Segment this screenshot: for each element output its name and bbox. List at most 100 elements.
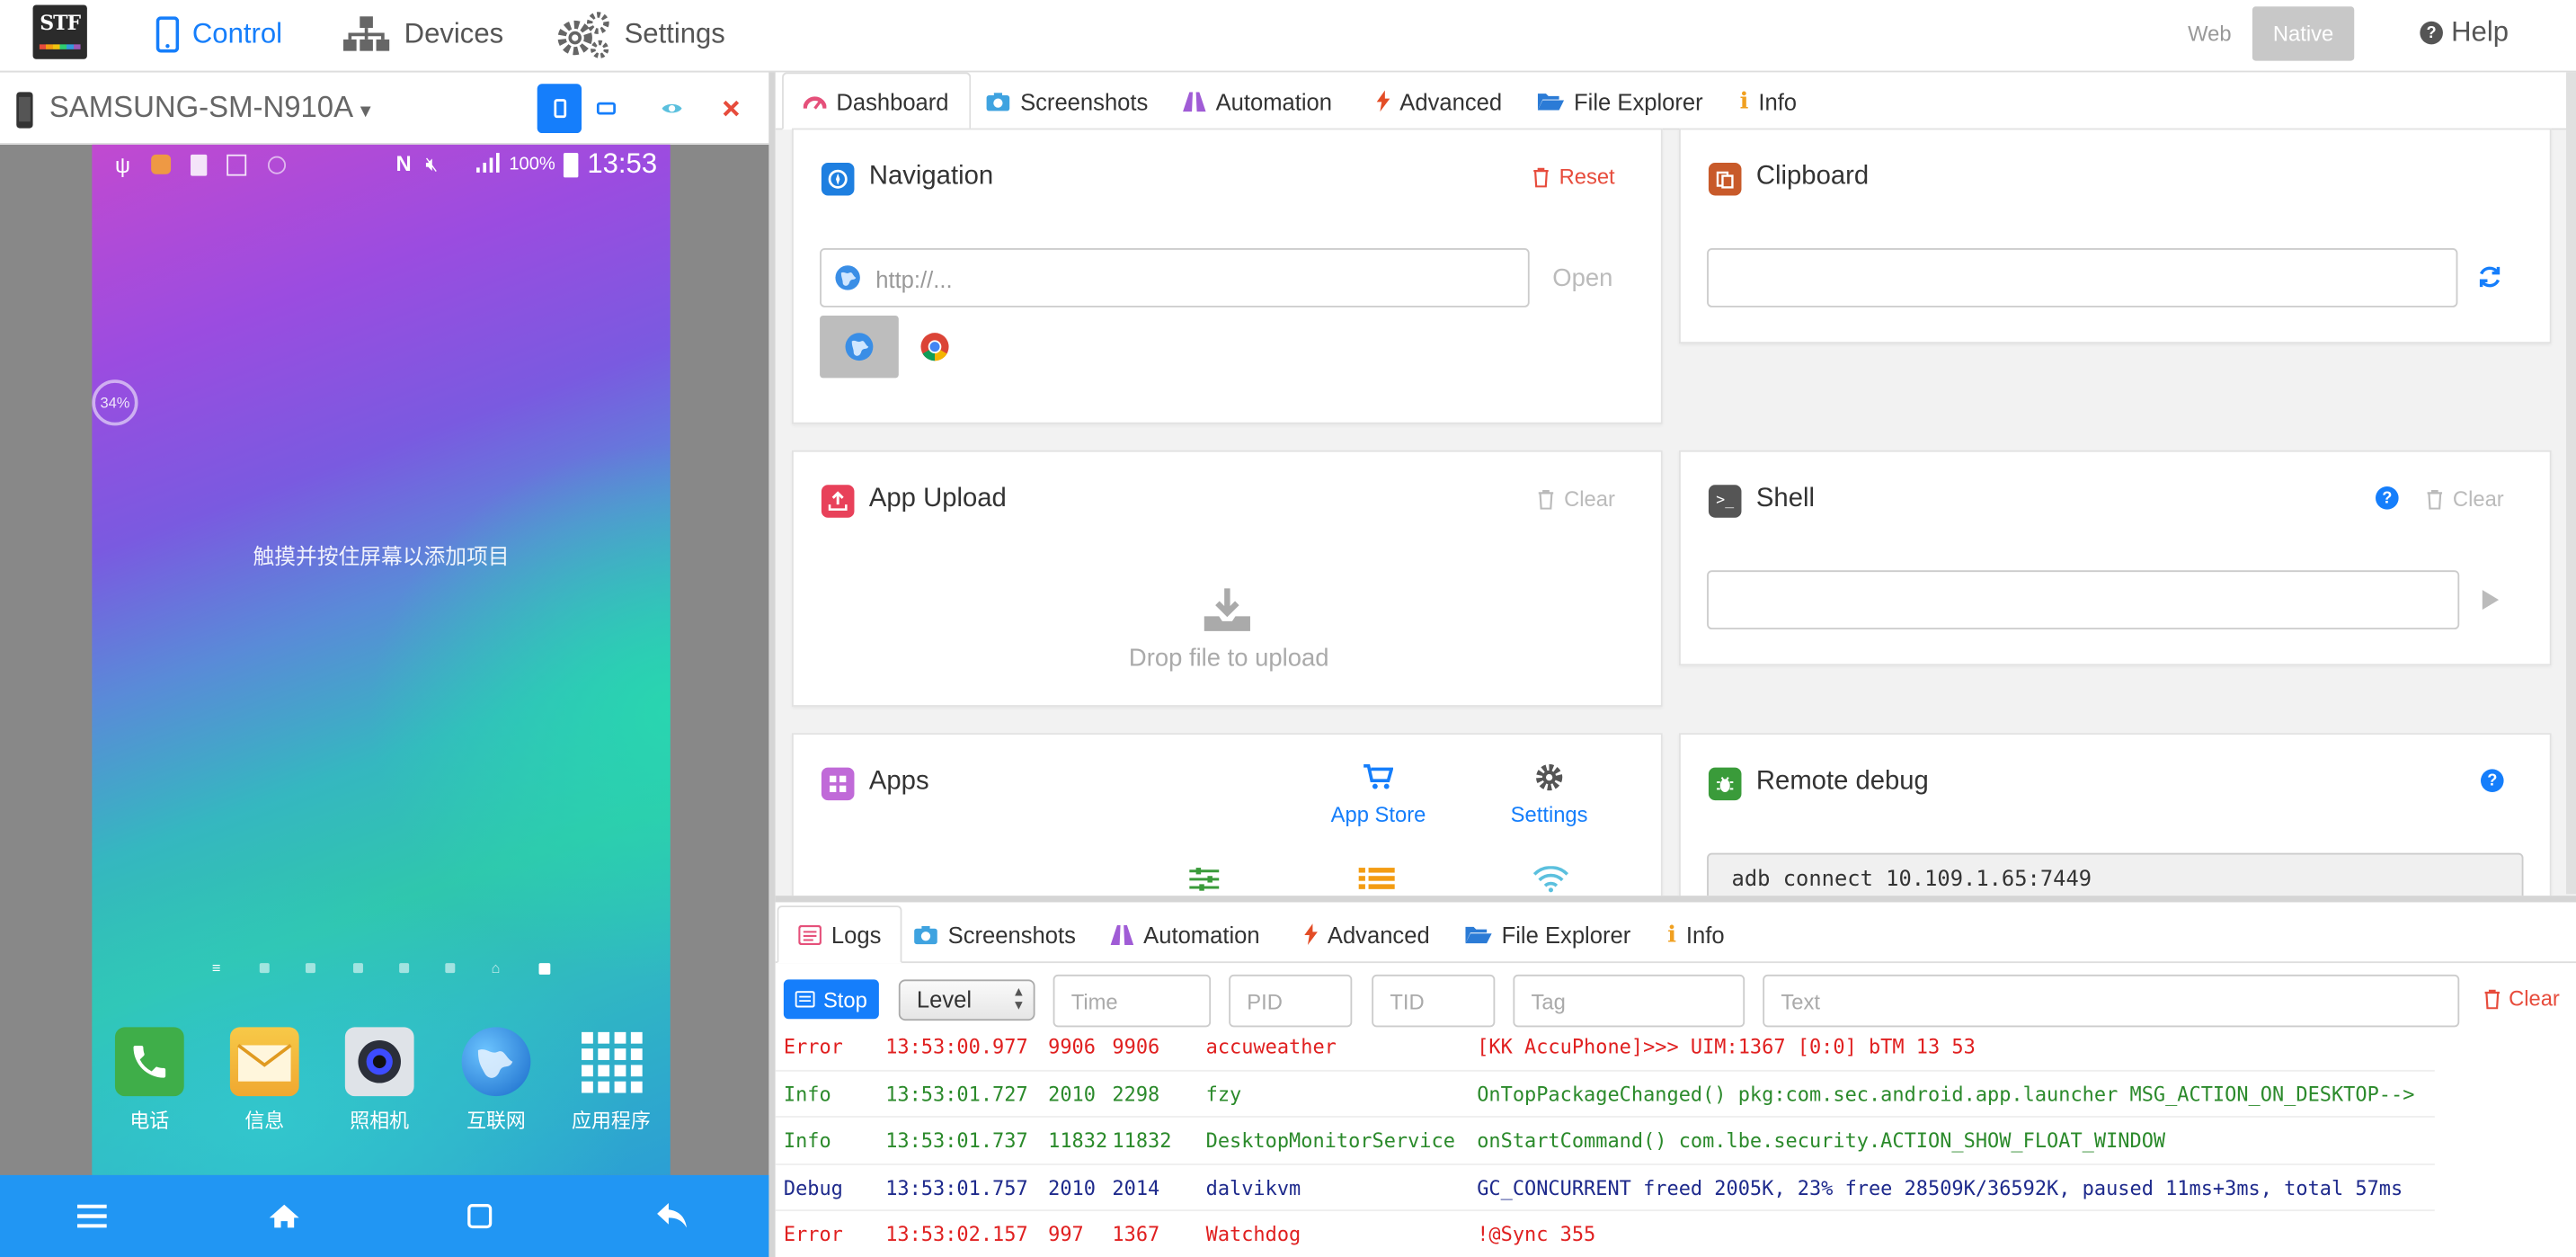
dashboard-scrollbar[interactable]	[2566, 72, 2576, 895]
tab-automation[interactable]: Automation	[1163, 72, 1352, 129]
wifi-icon[interactable]	[1532, 866, 1569, 893]
mode-native-button[interactable]: Native	[2252, 6, 2355, 61]
pid-filter[interactable]: PID	[1229, 974, 1353, 1028]
device-home-button[interactable]	[262, 1197, 306, 1236]
tab-info-label: Info	[1758, 87, 1798, 115]
stf-logo[interactable]: STF	[32, 4, 87, 59]
log-pid: 997	[1048, 1222, 1084, 1246]
shell-help-button[interactable]: ?	[2376, 486, 2399, 510]
log-pid: 2010	[1048, 1082, 1096, 1106]
dock-camera[interactable]: 照相机	[330, 1027, 429, 1134]
app-store-button[interactable]: App Store	[1319, 763, 1438, 826]
log-tid: 9906	[1112, 1035, 1160, 1059]
upload-icon	[821, 485, 855, 518]
vertical-splitter[interactable]	[768, 72, 776, 1257]
remote-debug-help-button[interactable]: ?	[2480, 769, 2504, 793]
question-icon: ?	[2420, 21, 2443, 45]
log-level: Debug	[783, 1175, 843, 1199]
refresh-clipboard-button[interactable]	[2477, 264, 2501, 289]
log-row[interactable]: Info 13:53:01.727 2010 2298 fzy OnTopPac…	[775, 1071, 2435, 1118]
eye-icon	[660, 100, 683, 116]
device-back-button[interactable]	[651, 1197, 694, 1236]
shell-clear-button[interactable]: Clear	[2427, 486, 2504, 511]
tab-screenshots[interactable]: Screenshots	[893, 905, 1096, 963]
log-text: OnTopPackageChanged() pkg:com.sec.androi…	[1477, 1082, 2415, 1106]
tab-logs-label: Logs	[831, 921, 882, 948]
chrome-browser-button[interactable]	[920, 332, 950, 361]
stop-logs-button[interactable]: Stop	[783, 979, 879, 1020]
nav-devices[interactable]: Devices	[342, 0, 503, 69]
reset-button[interactable]: Reset	[1532, 165, 1615, 189]
shell-input[interactable]	[1707, 570, 2460, 630]
device-settings-button[interactable]: Settings	[1492, 762, 1607, 826]
clear-logs-label: Clear	[2509, 985, 2560, 1012]
device-selector[interactable]: SAMSUNG-SM-N910A ▼	[49, 91, 375, 125]
landscape-button[interactable]	[583, 84, 627, 133]
log-text: !@Sync 355	[1477, 1222, 1596, 1246]
tag-filter[interactable]: Tag	[1513, 974, 1745, 1028]
device-recents-button[interactable]	[458, 1197, 502, 1236]
log-row[interactable]: Info 13:53:01.737 11832 11832 DesktopMon…	[775, 1118, 2435, 1165]
dock-internet[interactable]: 互联网	[447, 1027, 546, 1134]
nav-settings[interactable]: Settings	[555, 0, 725, 69]
dock-apps[interactable]: 应用程序	[562, 1027, 661, 1134]
gear-icon	[1534, 762, 1564, 792]
logs-icon	[798, 924, 822, 945]
mute-icon: 🔇︎	[425, 152, 439, 176]
mode-web-button[interactable]: Web	[2169, 6, 2251, 60]
tab-file-explorer[interactable]: File Explorer	[1445, 905, 1650, 963]
device-screen[interactable]	[92, 144, 671, 1175]
tab-info[interactable]: i Info	[1720, 72, 1817, 129]
close-device-button[interactable]	[708, 84, 752, 133]
visibility-button[interactable]	[649, 84, 693, 133]
tid-filter[interactable]: TID	[1372, 974, 1496, 1028]
clear-logs-button[interactable]: Clear	[2484, 986, 2560, 1011]
adb-command-field[interactable]: adb connect 10.109.1.65:7449	[1707, 852, 2524, 896]
portrait-button[interactable]	[537, 84, 582, 134]
log-row[interactable]: Debug 13:53:01.757 2010 2014 dalvikvm GC…	[775, 1164, 2435, 1212]
time-filter[interactable]: Time	[1053, 974, 1212, 1028]
sliders-icon[interactable]	[1188, 866, 1221, 892]
shell-clear-label: Clear	[2452, 486, 2504, 512]
log-text: [KK AccuPhone]>>> UIM:1367 [0:0] bTM 13 …	[1477, 1035, 1976, 1059]
horizontal-splitter[interactable]	[775, 896, 2576, 903]
dock-messages[interactable]: 信息	[215, 1027, 314, 1134]
default-browser-button[interactable]	[820, 315, 899, 379]
apps-icon	[821, 767, 855, 801]
help-link[interactable]: ? Help	[2420, 0, 2509, 66]
dock-phone[interactable]: 电话	[100, 1027, 199, 1134]
android-status-bar: ψ N 🔇︎ 100% 13:53	[92, 148, 670, 184]
tab-dashboard[interactable]: Dashboard	[782, 72, 971, 130]
device-settings-label: Settings	[1510, 801, 1588, 827]
chrome-icon	[920, 332, 950, 361]
tab-automation[interactable]: Automation	[1091, 905, 1280, 963]
url-input[interactable]: http://...	[820, 247, 1530, 308]
tab-logs[interactable]: Logs	[777, 905, 903, 964]
apps-grid-icon	[577, 1027, 646, 1096]
run-shell-button[interactable]	[2481, 588, 2500, 611]
clipboard-card: Clipboard	[1679, 128, 2552, 344]
list-icon[interactable]	[1358, 866, 1395, 892]
tab-file-explorer[interactable]: File Explorer	[1518, 72, 1723, 129]
nav-control[interactable]: Control	[155, 0, 282, 69]
tab-advanced[interactable]: Advanced	[1357, 72, 1522, 129]
drop-zone[interactable]: Drop file to upload	[794, 570, 1665, 685]
tab-advanced[interactable]: Advanced	[1284, 905, 1449, 963]
text-filter[interactable]: Text	[1763, 974, 2460, 1028]
log-row[interactable]: Error 13:53:00.977 9906 9906 accuweather…	[775, 1024, 2435, 1071]
page-dot	[399, 963, 410, 974]
log-level: Error	[783, 1222, 843, 1246]
clipboard-input[interactable]	[1707, 247, 2458, 308]
upload-clear-button[interactable]: Clear	[1538, 486, 1615, 511]
close-icon	[722, 100, 739, 117]
open-button[interactable]: Open	[1552, 264, 1612, 292]
level-select-value: Level	[916, 985, 973, 1012]
tab-info[interactable]: i Info	[1648, 905, 1744, 963]
page-dot	[305, 963, 315, 974]
device-menu-button[interactable]	[71, 1197, 114, 1236]
page-dot-active	[538, 963, 551, 975]
tab-screenshots[interactable]: Screenshots	[966, 72, 1168, 129]
level-select[interactable]: Level ▲ ▼	[898, 979, 1035, 1021]
log-text: onStartCommand() com.lbe.security.ACTION…	[1477, 1128, 2166, 1153]
log-row[interactable]: Error 13:53:02.157 997 1367 Watchdog !@S…	[775, 1211, 2435, 1257]
